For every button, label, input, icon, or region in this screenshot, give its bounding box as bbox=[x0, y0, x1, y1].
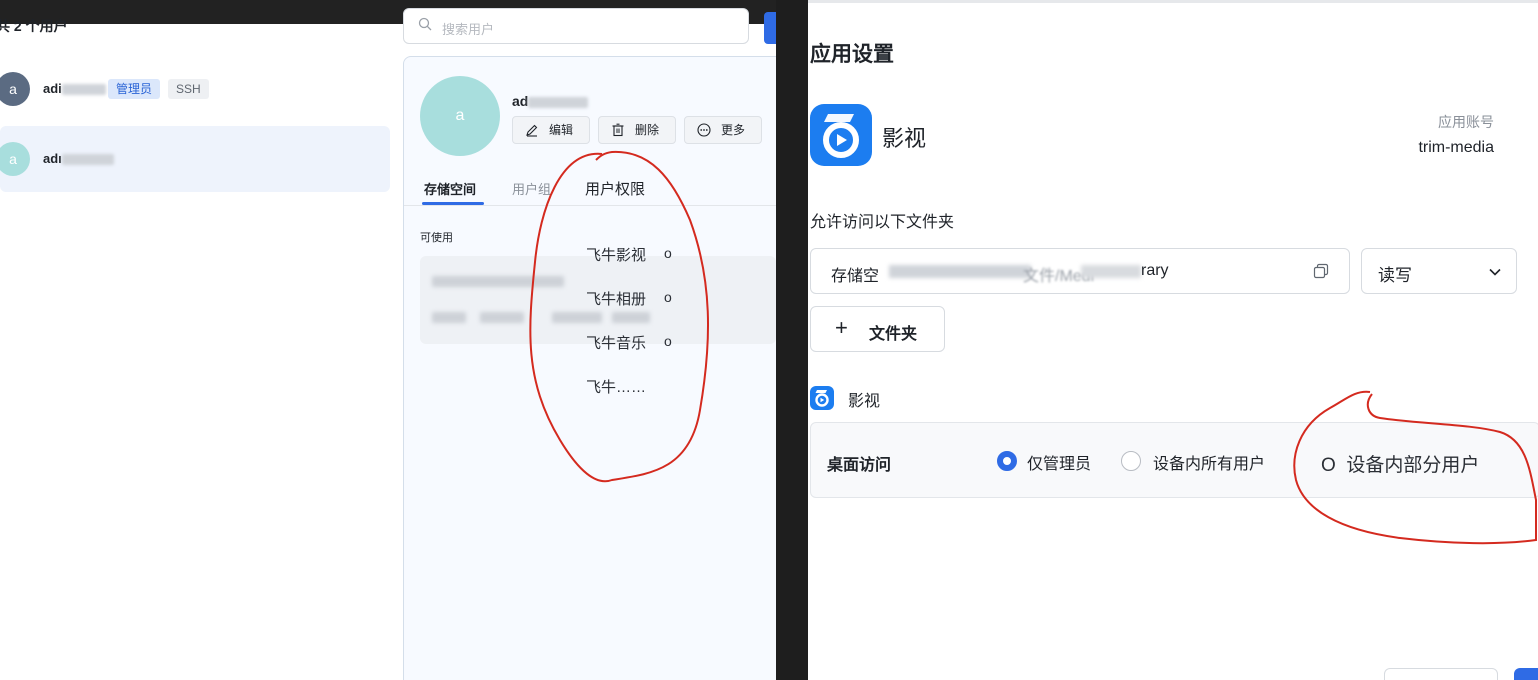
user-name: adı bbox=[43, 151, 114, 166]
plus-icon: + bbox=[835, 315, 848, 340]
tabs-divider bbox=[404, 205, 776, 206]
desktop-access-row: 桌面访问 仅管理员 设备内所有用户 O 设备内部分用户 bbox=[810, 422, 1538, 498]
add-folder-label: 文件夹 bbox=[869, 326, 918, 343]
radio-some-users-label: 设备内部分用户 bbox=[1346, 455, 1480, 476]
radio-all-users[interactable] bbox=[1121, 451, 1141, 471]
avatar: a bbox=[0, 142, 30, 176]
permission-mark: o bbox=[664, 333, 672, 349]
permission-select-value: 读写 bbox=[1378, 266, 1412, 285]
tab-user-group[interactable]: 用户组 bbox=[512, 179, 551, 198]
path-text-end: rary bbox=[1141, 262, 1169, 279]
folder-access-label: 允许访问以下文件夹 bbox=[810, 214, 955, 231]
radio-some-users[interactable]: O 设备内部分用户 bbox=[1321, 450, 1479, 477]
radio-admin-only-label: 仅管理员 bbox=[1027, 456, 1092, 473]
radio-some-users-mark: O bbox=[1321, 455, 1336, 476]
detail-user-name: ad bbox=[512, 93, 589, 109]
video-app-small-icon bbox=[810, 386, 834, 410]
desktop-access-label: 桌面访问 bbox=[827, 457, 892, 474]
video-app-icon bbox=[810, 104, 872, 166]
delete-button[interactable]: 删除 bbox=[598, 116, 676, 144]
user-name: adi bbox=[43, 81, 106, 96]
permission-mark: o bbox=[664, 289, 672, 305]
radio-all-users-label: 设备内所有用户 bbox=[1153, 456, 1266, 473]
search-input[interactable]: 搜索用户 bbox=[403, 8, 749, 44]
chevron-down-icon bbox=[1489, 268, 1501, 276]
permission-mark: o bbox=[664, 245, 672, 261]
edit-icon bbox=[526, 124, 538, 137]
tab-storage[interactable]: 存储空间 bbox=[424, 179, 476, 198]
permission-item-video: 飞牛影视 bbox=[586, 247, 647, 264]
admin-badge: 管理员 bbox=[108, 79, 161, 99]
permission-item-music: 飞牛音乐 bbox=[586, 335, 647, 352]
app-name: 影视 bbox=[882, 126, 927, 151]
trash-icon bbox=[612, 123, 624, 137]
more-label: 更多 bbox=[721, 123, 746, 137]
add-folder-button[interactable]: + 文件夹 bbox=[810, 306, 945, 352]
more-button[interactable]: 更多 bbox=[684, 116, 762, 144]
section-app-name: 影视 bbox=[848, 393, 881, 410]
folder-path-field[interactable]: 存储空 文件/Medi rary bbox=[810, 248, 1350, 294]
app-settings-panel: 应用设置 影视 应用账号 trim-media 允许访问以下文件夹 存储空 文件… bbox=[808, 0, 1538, 680]
page-title: 应用设置 bbox=[810, 43, 894, 66]
user-list-item-selected[interactable]: a adı bbox=[0, 126, 390, 192]
app-account-value: trim-media bbox=[1418, 139, 1494, 156]
search-icon bbox=[418, 17, 432, 31]
confirm-button[interactable] bbox=[1514, 668, 1538, 680]
edit-label: 编辑 bbox=[549, 123, 574, 137]
available-label: 可使用 bbox=[420, 232, 453, 244]
delete-label: 删除 bbox=[635, 123, 660, 137]
detail-avatar: a bbox=[420, 76, 500, 156]
cancel-button[interactable] bbox=[1384, 668, 1498, 680]
avatar: a bbox=[0, 72, 30, 106]
screenshot-divider bbox=[776, 0, 808, 680]
tab-user-permission[interactable]: 用户权限 bbox=[585, 178, 645, 199]
permission-item-photos: 飞牛相册 bbox=[586, 291, 647, 308]
user-count: 共 2 个用户 bbox=[0, 18, 68, 34]
search-placeholder: 搜索用户 bbox=[442, 22, 495, 37]
more-icon bbox=[697, 123, 711, 137]
permission-select[interactable]: 读写 bbox=[1361, 248, 1517, 294]
path-text-start: 存储空 bbox=[831, 268, 880, 285]
app-account-label: 应用账号 bbox=[1438, 114, 1494, 130]
permission-item-more: 飞牛…… bbox=[586, 379, 647, 396]
radio-admin-only[interactable] bbox=[997, 451, 1017, 471]
copy-icon[interactable] bbox=[1313, 263, 1329, 279]
top-border bbox=[808, 0, 1538, 3]
user-management-panel: 共 2 个用户 搜索用户 a adi 管理员 SSH a adı a ad 编辑… bbox=[0, 0, 776, 680]
add-user-button[interactable] bbox=[764, 12, 776, 44]
ssh-badge: SSH bbox=[168, 79, 209, 99]
edit-button[interactable]: 编辑 bbox=[512, 116, 590, 144]
